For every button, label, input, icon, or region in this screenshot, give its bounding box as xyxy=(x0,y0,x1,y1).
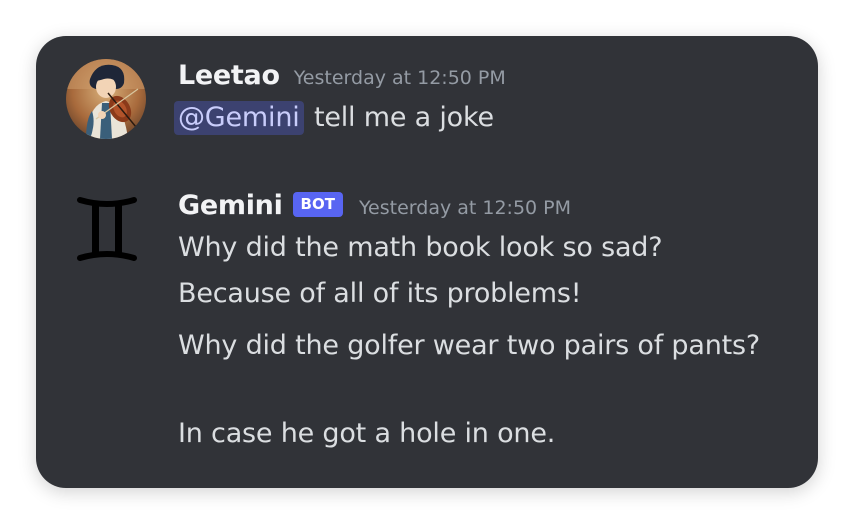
message-header-gemini: Gemini BOT Yesterday at 12:50 PM xyxy=(178,190,571,222)
message-header-leetao: Leetao Yesterday at 12:50 PM xyxy=(178,60,506,91)
timestamp: Yesterday at 12:50 PM xyxy=(293,67,506,89)
chat-card: Leetao Yesterday at 12:50 PM @Gemini tel… xyxy=(36,36,818,488)
gemini-zodiac-icon[interactable] xyxy=(76,194,138,264)
bot-badge: BOT xyxy=(292,192,343,217)
message-text: tell me a joke xyxy=(313,102,494,133)
message-content: @Gemini tell me a joke xyxy=(174,101,494,135)
message-line: In case he got a hole in one. xyxy=(178,418,556,449)
violinist-avatar-icon xyxy=(66,59,146,139)
username[interactable]: Leetao xyxy=(178,60,280,91)
username[interactable]: Gemini xyxy=(178,190,283,221)
message-line: Why did the math book look so sad? xyxy=(178,232,663,263)
user-avatar[interactable] xyxy=(66,59,146,139)
message-line: Why did the golfer wear two pairs of pan… xyxy=(178,330,760,361)
timestamp: Yesterday at 12:50 PM xyxy=(358,197,572,219)
message-line: Because of all of its problems! xyxy=(178,278,582,309)
user-mention[interactable]: @Gemini xyxy=(174,101,304,135)
